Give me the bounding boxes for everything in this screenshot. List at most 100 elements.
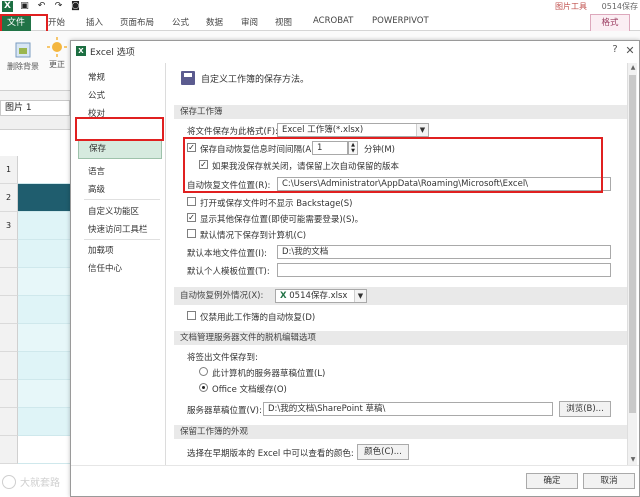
server-drafts-location-label: 服务器草稿位置(V):	[187, 406, 262, 416]
table-row[interactable]	[18, 212, 72, 240]
server-drafts-location-input[interactable]: D:\我的文档\SharePoint 草稿\	[263, 402, 553, 416]
remove-background-icon	[15, 42, 31, 58]
cancel-button[interactable]: 取消	[583, 473, 635, 489]
disable-autorecover-checkbox[interactable]	[187, 311, 196, 320]
remove-background-button[interactable]: 删除背景	[4, 41, 42, 72]
row-header[interactable]: 2	[0, 184, 18, 212]
nav-divider	[84, 239, 160, 240]
save-format-select[interactable]: Excel 工作簿(*.xlsx) ▼	[277, 123, 429, 137]
dialog-footer: 确定 取消	[71, 465, 639, 496]
personal-template-label: 默认个人模板位置(T):	[187, 267, 270, 277]
nav-item-addins[interactable]: 加载项	[88, 244, 114, 256]
table-row[interactable]	[18, 184, 72, 212]
corrections-button[interactable]: 更正	[44, 37, 70, 70]
scroll-down-icon[interactable]: ▼	[628, 455, 638, 465]
autosave-settings-highlight	[183, 137, 603, 193]
row-header[interactable]	[0, 296, 18, 324]
tab-home[interactable]: 开始	[48, 16, 65, 28]
excel-title-bar: X ▣ ↶ ↷ ◙ 图片工具 0514保存	[0, 0, 640, 14]
table-row[interactable]	[18, 408, 72, 436]
tab-format[interactable]: 格式	[590, 14, 630, 31]
row-header[interactable]	[0, 240, 18, 268]
tab-view[interactable]: 视图	[275, 16, 292, 28]
table-row[interactable]	[18, 436, 72, 464]
show-other-locations-checkbox[interactable]	[187, 213, 196, 222]
row-header[interactable]: 3	[0, 212, 18, 240]
document-title: 0514保存	[601, 2, 638, 11]
nav-divider	[84, 199, 160, 200]
redo-icon[interactable]: ↷	[53, 1, 64, 12]
nav-item-save[interactable]: 保存	[78, 140, 162, 159]
section-preserve-visual: 保留工作簿的外观	[174, 425, 634, 439]
scroll-thumb[interactable]	[629, 75, 636, 413]
nav-item-advanced[interactable]: 高级	[88, 183, 105, 195]
name-box[interactable]: 图片 1	[0, 100, 70, 116]
save-to-computer-checkbox[interactable]	[187, 229, 196, 238]
undo-icon[interactable]: ↶	[36, 1, 47, 12]
dialog-title: Excel 选项	[90, 48, 135, 58]
close-icon[interactable]: ✕	[624, 44, 636, 57]
row-header[interactable]	[0, 324, 18, 352]
nav-item-trust-center[interactable]: 信任中心	[88, 262, 122, 274]
nav-item-formulas[interactable]: 公式	[88, 89, 105, 101]
row-header[interactable]: 1	[0, 156, 18, 184]
colors-button[interactable]: 颜色(C)...	[357, 444, 409, 460]
panel-description: 自定义工作簿的保存方法。	[201, 74, 310, 85]
office-cache-label: Office 文档缓存(O)	[212, 385, 287, 395]
watermark-logo-icon	[2, 474, 16, 489]
row-header[interactable]	[0, 352, 18, 380]
tab-page-layout[interactable]: 页面布局	[120, 16, 154, 28]
picture-tools-label: 图片工具	[555, 2, 587, 11]
autorecover-workbook-select[interactable]: X 0514保存.xlsx ▼	[275, 289, 367, 303]
tab-acrobat[interactable]: ACROBAT	[313, 16, 353, 26]
table-row[interactable]	[18, 240, 72, 268]
default-local-location-input[interactable]: D:\我的文档	[277, 245, 611, 259]
chevron-down-icon: ▼	[416, 124, 428, 136]
table-row[interactable]	[18, 324, 72, 352]
no-backstage-checkbox[interactable]	[187, 197, 196, 206]
camera-icon[interactable]: ◙	[70, 1, 81, 12]
save-format-label: 将文件保存为此格式(F):	[187, 127, 278, 137]
default-local-location-label: 默认本地文件位置(I):	[187, 249, 268, 259]
nav-item-general[interactable]: 常规	[88, 71, 105, 83]
tab-data[interactable]: 数据	[206, 16, 223, 28]
sun-icon	[47, 37, 67, 57]
row-header[interactable]	[0, 408, 18, 436]
tab-powerpivot[interactable]: POWERPIVOT	[372, 16, 429, 26]
save-to-computer-label: 默认情况下保存到计算机(C)	[200, 231, 307, 241]
office-cache-radio[interactable]	[199, 383, 208, 392]
row-header[interactable]	[0, 380, 18, 408]
save-icon[interactable]: ▣	[19, 1, 30, 12]
table-row[interactable]	[18, 156, 72, 184]
server-drafts-label: 此计算机的服务器草稿位置(L)	[212, 369, 326, 379]
save-options-panel: 自定义工作簿的保存方法。 保存工作簿 将文件保存为此格式(F): Excel 工…	[171, 63, 637, 465]
help-icon[interactable]: ?	[609, 44, 621, 57]
section-autorecover-exceptions: 自动恢复例外情况(X):	[174, 287, 634, 305]
nav-item-language[interactable]: 语言	[88, 165, 105, 177]
tab-insert[interactable]: 插入	[86, 16, 103, 28]
scroll-up-icon[interactable]: ▲	[628, 63, 638, 73]
options-scrollbar[interactable]: ▲ ▼	[627, 63, 637, 465]
tab-review[interactable]: 审阅	[241, 16, 258, 28]
ribbon-tabs: 文件 开始 插入 页面布局 公式 数据 审阅 视图 ACROBAT POWERP…	[0, 14, 640, 31]
nav-item-customize-ribbon[interactable]: 自定义功能区	[88, 205, 139, 217]
nav-item-quick-access[interactable]: 快速访问工具栏	[88, 223, 148, 235]
save-nav-highlight	[75, 117, 164, 141]
excel-options-dialog: X Excel 选项 ? ✕ 常规 公式 校对 保存 语言 高级 自定义功能区 …	[70, 40, 640, 497]
table-row[interactable]	[18, 380, 72, 408]
server-drafts-radio[interactable]	[199, 367, 208, 376]
quick-access-toolbar: X ▣ ↶ ↷ ◙	[2, 1, 81, 12]
table-row[interactable]	[18, 352, 72, 380]
row-header[interactable]	[0, 268, 18, 296]
floppy-disk-icon	[181, 71, 195, 85]
row-header[interactable]	[0, 436, 18, 464]
personal-template-input[interactable]	[277, 263, 611, 277]
table-row[interactable]	[18, 296, 72, 324]
watermark: 大就套路	[2, 474, 60, 489]
section-save-workbooks: 保存工作簿	[174, 105, 634, 119]
worksheet-area: 1 2 3	[0, 116, 72, 497]
tab-formulas[interactable]: 公式	[172, 16, 189, 28]
table-row[interactable]	[18, 268, 72, 296]
browse-button[interactable]: 浏览(B)...	[559, 401, 611, 417]
ok-button[interactable]: 确定	[526, 473, 578, 489]
